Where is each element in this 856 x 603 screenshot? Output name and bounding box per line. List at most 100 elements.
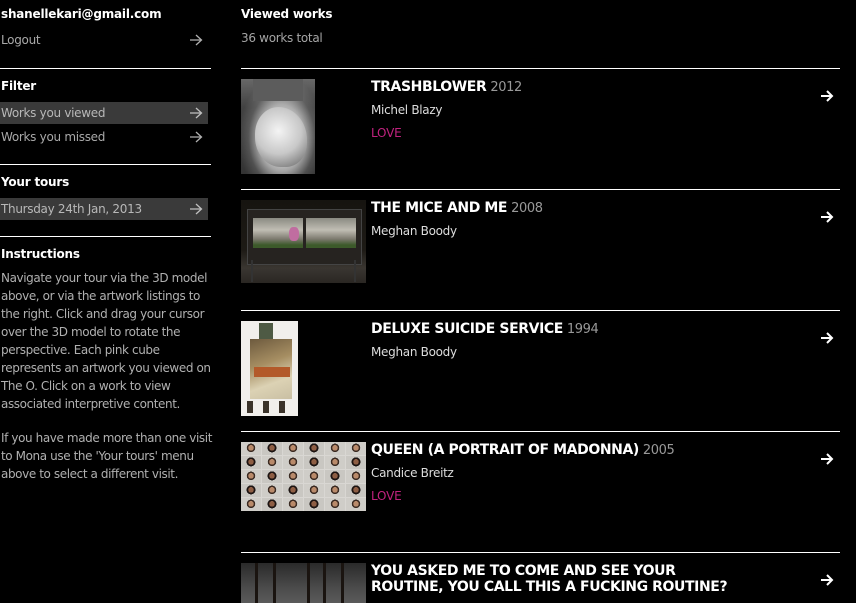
thumbnail-detail — [346, 498, 366, 511]
arrow-right-bold-icon[interactable] — [820, 452, 834, 466]
tour-item-label: Thursday 24th Jan, 2013 — [1, 202, 142, 216]
account-email: shanellekari@gmail.com — [1, 7, 162, 21]
work-item[interactable]: YOU ASKED ME TO COME AND SEE YOUR ROUTIN… — [241, 563, 841, 603]
thumbnail-detail — [306, 218, 356, 248]
filter-item-label: Works you missed — [1, 130, 106, 144]
divider — [241, 552, 840, 553]
page-title: Viewed works — [241, 7, 333, 21]
work-item[interactable]: DELUXE SUICIDE SERVICE 1994 Meghan Boody — [241, 321, 841, 421]
thumbnail-detail — [346, 456, 366, 469]
thumbnail-detail — [346, 484, 366, 497]
deluxe-suicide-service-image[interactable] — [241, 321, 298, 416]
arrow-right-bold-icon[interactable] — [820, 573, 834, 587]
thumbnail-detail — [262, 442, 282, 455]
arrow-right-icon — [189, 29, 203, 51]
thumbnail-detail — [304, 442, 324, 455]
work-year: 2008 — [511, 201, 543, 216]
arrow-right-bold-icon[interactable] — [820, 331, 834, 345]
love-badge: LOVE — [371, 489, 402, 503]
thumbnail-detail — [304, 470, 324, 483]
thumbnail-detail — [283, 498, 303, 511]
mice-and-me-image[interactable] — [241, 200, 366, 283]
tour-item[interactable]: Thursday 24th Jan, 2013 — [0, 198, 208, 220]
thumbnail-detail — [354, 260, 356, 282]
thumbnail-detail — [241, 456, 261, 469]
trashblower-image[interactable] — [241, 79, 315, 174]
work-year: 2012 — [490, 80, 522, 95]
work-title[interactable]: TRASHBLOWER 2012 — [371, 79, 522, 96]
arrow-right-bold-icon[interactable] — [820, 210, 834, 224]
divider — [241, 189, 840, 190]
thumbnail-detail — [283, 456, 303, 469]
thumbnail-detail — [304, 456, 324, 469]
thumbnail-detail — [241, 470, 261, 483]
thumbnail-detail — [262, 456, 282, 469]
logout-label: Logout — [1, 33, 41, 47]
instructions-text: Navigate your tour via the 3D model abov… — [1, 271, 211, 411]
thumbnail-detail — [251, 260, 253, 282]
thumbnail-detail — [283, 442, 303, 455]
arrow-right-icon — [189, 102, 203, 124]
filter-item-missed[interactable]: Works you missed — [0, 126, 208, 148]
work-title[interactable]: THE MICE AND ME 2008 — [371, 200, 543, 217]
divider — [0, 164, 211, 165]
arrow-right-icon — [189, 198, 203, 220]
tours-heading: Your tours — [1, 175, 70, 189]
work-artist: Candice Breitz — [371, 466, 454, 480]
work-title-text: THE MICE AND ME — [371, 200, 508, 216]
thumbnail-detail — [304, 484, 324, 497]
divider — [241, 310, 840, 311]
work-title[interactable]: QUEEN (A PORTRAIT OF MADONNA) 2005 — [371, 442, 675, 459]
work-title-text: TRASHBLOWER — [371, 79, 487, 95]
thumbnail-detail — [262, 484, 282, 497]
works-count: 36 works total — [241, 31, 323, 45]
thumbnail-detail — [241, 442, 261, 455]
thumbnail-detail — [341, 563, 344, 603]
work-title[interactable]: DELUXE SUICIDE SERVICE 1994 — [371, 321, 599, 338]
filter-heading: Filter — [1, 79, 37, 93]
logout-link[interactable]: Logout — [0, 29, 208, 51]
filter-item-viewed[interactable]: Works you viewed — [0, 102, 208, 124]
arrow-right-icon — [189, 126, 203, 148]
thumbnail-detail — [346, 470, 366, 483]
queen-portrait-grid-image[interactable] — [241, 442, 366, 511]
thumbnail-detail — [304, 498, 324, 511]
love-badge: LOVE — [371, 126, 402, 140]
divider — [241, 431, 840, 432]
thumbnail-detail — [253, 79, 303, 101]
filter-item-label: Works you viewed — [1, 106, 106, 120]
divider — [0, 68, 211, 69]
thumbnail-detail — [255, 107, 307, 167]
thumbnail-detail — [254, 367, 290, 377]
thumbnail-detail — [262, 470, 282, 483]
divider — [241, 68, 840, 69]
work-title-text: DELUXE SUICIDE SERVICE — [371, 321, 563, 337]
arrow-right-bold-icon[interactable] — [820, 89, 834, 103]
thumbnail-detail — [325, 484, 345, 497]
thumbnail-detail — [289, 227, 299, 241]
instructions-heading: Instructions — [1, 247, 80, 261]
thumbnail-detail — [247, 401, 293, 413]
work-title-line: YOU ASKED ME TO COME AND SEE YOUR — [371, 563, 676, 579]
thumbnail-detail — [323, 563, 326, 603]
thumbnail-detail — [325, 470, 345, 483]
work-artist: Meghan Boody — [371, 224, 457, 238]
instructions-text-visits: If you have made more than one visit to … — [1, 431, 213, 481]
work-item[interactable]: TRASHBLOWER 2012 Michel Blazy LOVE — [241, 79, 841, 179]
work-item[interactable]: QUEEN (A PORTRAIT OF MADONNA) 2005 Candic… — [241, 442, 841, 542]
thumbnail-detail — [283, 470, 303, 483]
thumbnail-detail — [325, 442, 345, 455]
work-title-text: QUEEN (A PORTRAIT OF MADONNA) — [371, 442, 639, 458]
work-year: 2005 — [642, 443, 675, 458]
thumbnail-detail — [255, 563, 258, 603]
thumbnail-detail — [307, 563, 310, 603]
thumbnail-detail — [325, 456, 345, 469]
work-year: 1994 — [566, 322, 599, 337]
divider — [0, 236, 211, 237]
work-artist: Meghan Boody — [371, 345, 457, 359]
routine-image[interactable] — [241, 563, 366, 603]
work-title[interactable]: YOU ASKED ME TO COME AND SEE YOUR ROUTIN… — [371, 563, 728, 595]
thumbnail-detail — [241, 484, 261, 497]
work-item[interactable]: THE MICE AND ME 2008 Meghan Boody — [241, 200, 841, 300]
thumbnail-detail — [241, 498, 261, 511]
